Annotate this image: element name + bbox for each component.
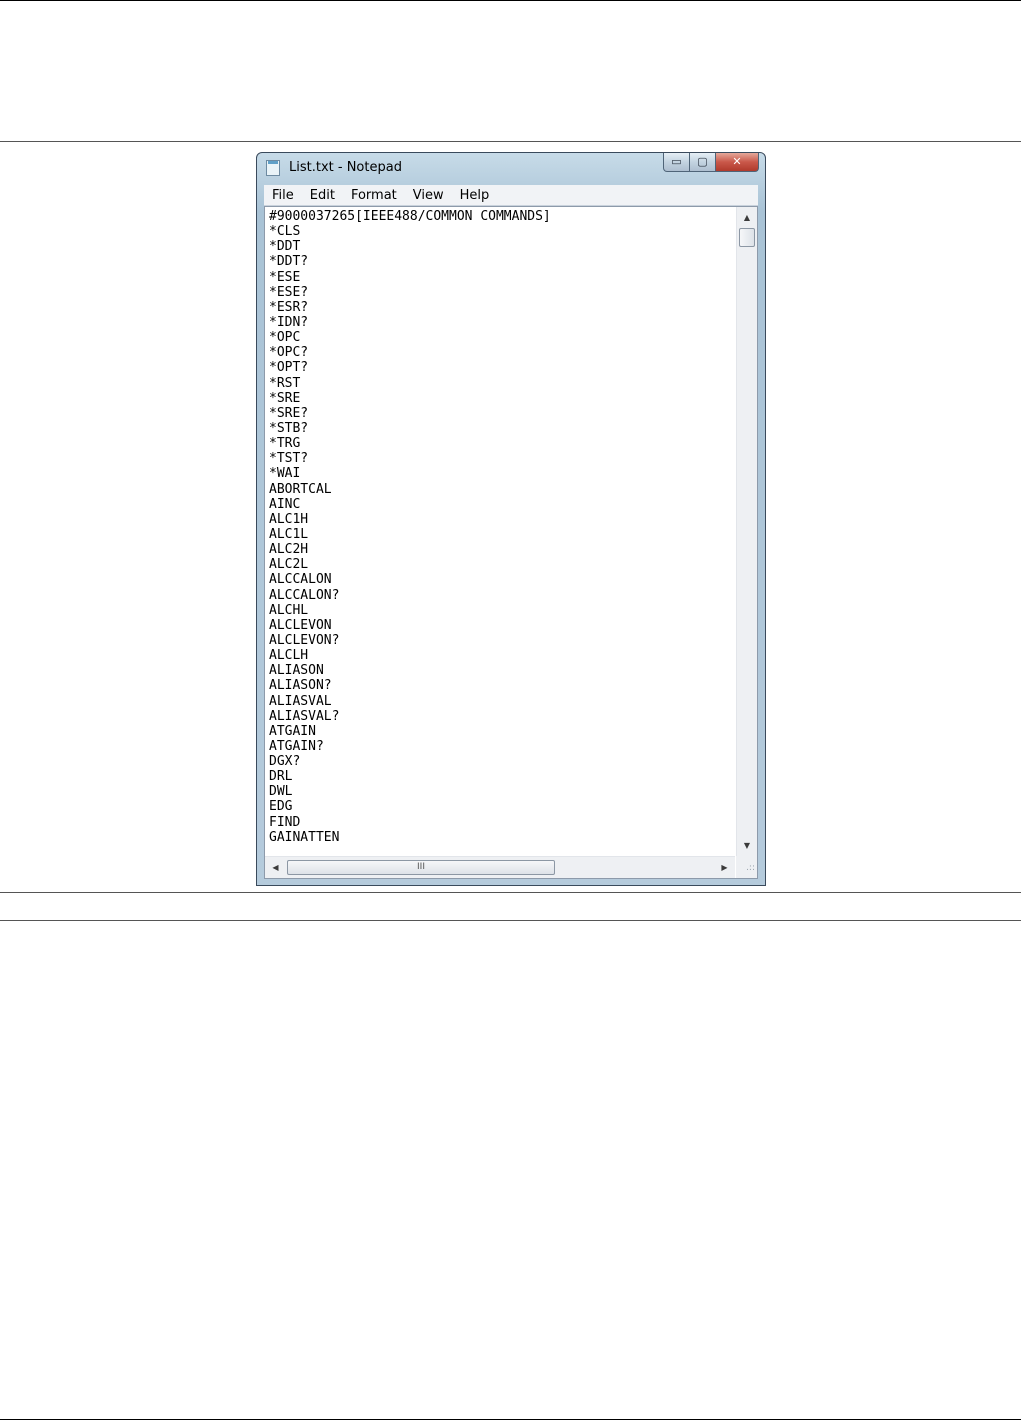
text-line: *ESE? [269, 284, 309, 300]
scroll-down-icon[interactable]: ▼ [737, 837, 757, 854]
figure-top-rule [0, 141, 1021, 142]
menu-file[interactable]: File [264, 188, 302, 203]
text-line: *IDN? [269, 314, 309, 330]
title-bar[interactable]: List.txt - Notepad ▭ ▢ ✕ [257, 153, 765, 183]
window-title: List.txt - Notepad [289, 160, 402, 175]
text-line: *SRE [269, 390, 301, 406]
vertical-scroll-thumb[interactable] [739, 228, 755, 247]
menu-view[interactable]: View [405, 188, 452, 203]
vertical-scrollbar[interactable]: ▲ ▼ [736, 207, 757, 856]
text-line: ALIASVAL [269, 693, 332, 709]
text-line: GAINATTEN [269, 829, 340, 845]
figure-bottom-rule [0, 892, 1021, 893]
text-line: ALIASVAL? [269, 708, 340, 724]
scroll-left-icon[interactable]: ◀ [267, 857, 284, 878]
text-line: ALCLH [269, 648, 309, 664]
page-top-rule [0, 0, 1021, 1]
horizontal-scrollbar[interactable]: ◀ III ▶ [265, 856, 735, 878]
editor-area: #9000037265[IEEE488/COMMON COMMANDS] *CLS… [264, 206, 758, 879]
text-line: ALCLEVON [269, 617, 332, 633]
text-line: ALIASON? [269, 678, 332, 694]
text-line: ATGAIN? [269, 738, 324, 754]
text-line: *TRG [269, 436, 301, 452]
text-line: ATGAIN [269, 723, 316, 739]
text-line: FIND [269, 814, 301, 830]
caption-rule [0, 920, 1021, 921]
text-line: AINC [269, 496, 301, 512]
text-line: *SRE? [269, 405, 309, 421]
text-line: ALCCALON? [269, 587, 340, 603]
close-button[interactable]: ✕ [716, 153, 759, 172]
notepad-icon[interactable] [266, 160, 280, 176]
text-line: *TST? [269, 451, 309, 467]
text-line: DGX? [269, 754, 301, 770]
caption-buttons: ▭ ▢ ✕ [663, 153, 759, 173]
text-line: ALC1L [269, 526, 309, 542]
minimize-button[interactable]: ▭ [663, 153, 690, 172]
text-line: ALCCALON [269, 572, 332, 588]
menu-format[interactable]: Format [343, 188, 405, 203]
text-line: *DDT? [269, 254, 309, 270]
menu-bar: File Edit Format View Help [264, 185, 758, 206]
text-line: DWL [269, 784, 293, 800]
text-line: DRL [269, 769, 293, 785]
text-line: *RST [269, 375, 301, 391]
text-line: ABORTCAL [269, 481, 332, 497]
text-line: *OPC? [269, 345, 309, 361]
text-line: ALC2H [269, 542, 309, 558]
text-editor[interactable]: #9000037265[IEEE488/COMMON COMMANDS] *CLS… [265, 207, 735, 856]
text-line: *WAI [269, 466, 301, 482]
maximize-button[interactable]: ▢ [690, 153, 716, 172]
text-line: *OPT? [269, 360, 309, 376]
menu-help[interactable]: Help [452, 188, 498, 203]
text-line: *ESE [269, 269, 301, 285]
size-grip-icon[interactable]: .:: [736, 856, 757, 878]
text-line: ALC1H [269, 511, 309, 527]
menu-edit[interactable]: Edit [302, 188, 343, 203]
text-line: *ESR? [269, 299, 309, 315]
notepad-window: List.txt - Notepad ▭ ▢ ✕ File Edit Forma… [256, 152, 766, 886]
text-line: *STB? [269, 420, 309, 436]
text-line: EDG [269, 799, 293, 815]
horizontal-scroll-thumb[interactable]: III [287, 860, 555, 875]
scroll-right-icon[interactable]: ▶ [716, 857, 733, 878]
text-line: ALCHL [269, 602, 309, 618]
text-line: ALC2L [269, 557, 309, 573]
text-line: *OPC [269, 330, 301, 346]
text-line: *CLS [269, 224, 301, 240]
text-line: #9000037265[IEEE488/COMMON COMMANDS] [269, 209, 551, 224]
text-line: *DDT [269, 239, 301, 255]
text-line: ALCLEVON? [269, 632, 340, 648]
scroll-up-icon[interactable]: ▲ [737, 209, 757, 226]
text-line: ALIASON [269, 663, 324, 679]
